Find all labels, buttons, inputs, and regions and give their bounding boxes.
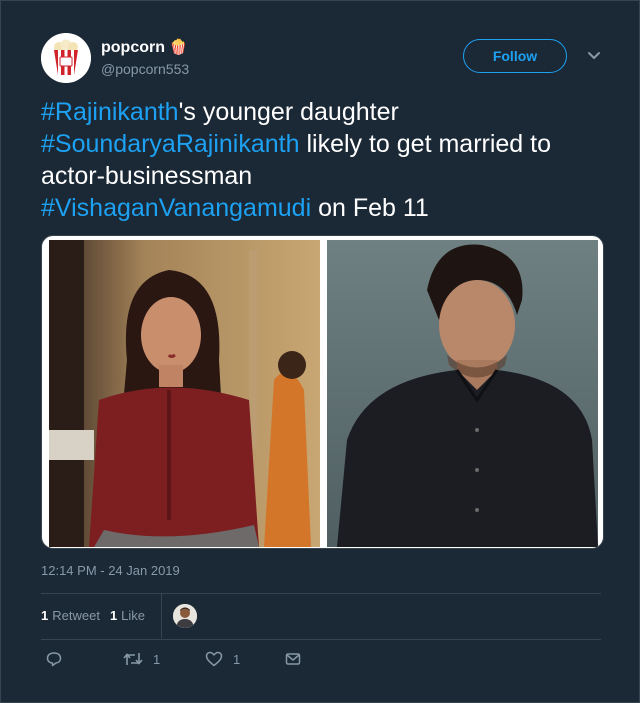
retweet-icon: [123, 653, 143, 665]
photo-woman[interactable]: [49, 240, 320, 547]
author-name-text: popcorn: [101, 39, 165, 56]
hashtag-link[interactable]: #Rajinikanth: [41, 98, 179, 126]
photo-man[interactable]: [327, 240, 598, 547]
follow-button[interactable]: Follow: [463, 39, 567, 73]
chevron-down-icon[interactable]: [586, 48, 602, 64]
like-action-count: 1: [233, 651, 241, 667]
retweet-action-count: 1: [153, 651, 161, 667]
retweet-count: 1: [41, 608, 49, 623]
popcorn-emoji: 🍿: [169, 39, 188, 56]
tweet-media[interactable]: [41, 235, 604, 549]
like-button[interactable]: 1: [205, 651, 240, 667]
retweet-stat-label: Retweet: [52, 608, 100, 623]
message-button[interactable]: [285, 651, 311, 667]
divider: [41, 639, 601, 640]
tweet-stats: 1 Retweet 1 Like: [41, 608, 155, 623]
hashtag-link[interactable]: #VishaganVanangamudi: [41, 194, 311, 222]
message-icon: [285, 653, 301, 665]
like-stat[interactable]: 1 Like: [110, 608, 145, 623]
tweet-card: popcorn 🍿 @popcorn553 Follow #Rajinikanth…: [0, 0, 640, 703]
author-name[interactable]: popcorn 🍿: [101, 38, 188, 57]
stats-separator: [161, 594, 162, 638]
retweet-button[interactable]: 1: [123, 651, 160, 667]
tweet-text-part: 's younger daughter: [178, 98, 399, 126]
liker-avatar[interactable]: [173, 604, 197, 628]
popcorn-avatar-icon[interactable]: [41, 33, 91, 83]
hashtag-link[interactable]: #SoundaryaRajinikanth: [41, 130, 300, 158]
tweet-text-part: on Feb 11: [311, 194, 429, 222]
tweet-text: #Rajinikanth's younger daughter #Soundar…: [41, 96, 601, 224]
retweet-stat[interactable]: 1 Retweet: [41, 608, 100, 623]
reply-icon: [46, 652, 62, 667]
divider: [41, 593, 601, 594]
like-count: 1: [109, 608, 118, 623]
tweet-actions: 1 1: [41, 651, 601, 675]
heart-icon: [205, 651, 223, 667]
like-stat-label: Like: [121, 608, 146, 623]
tweet-timestamp[interactable]: 12:14 PM - 24 Jan 2019: [41, 563, 180, 578]
reply-button[interactable]: [46, 651, 72, 667]
author-handle[interactable]: @popcorn553: [101, 61, 189, 77]
